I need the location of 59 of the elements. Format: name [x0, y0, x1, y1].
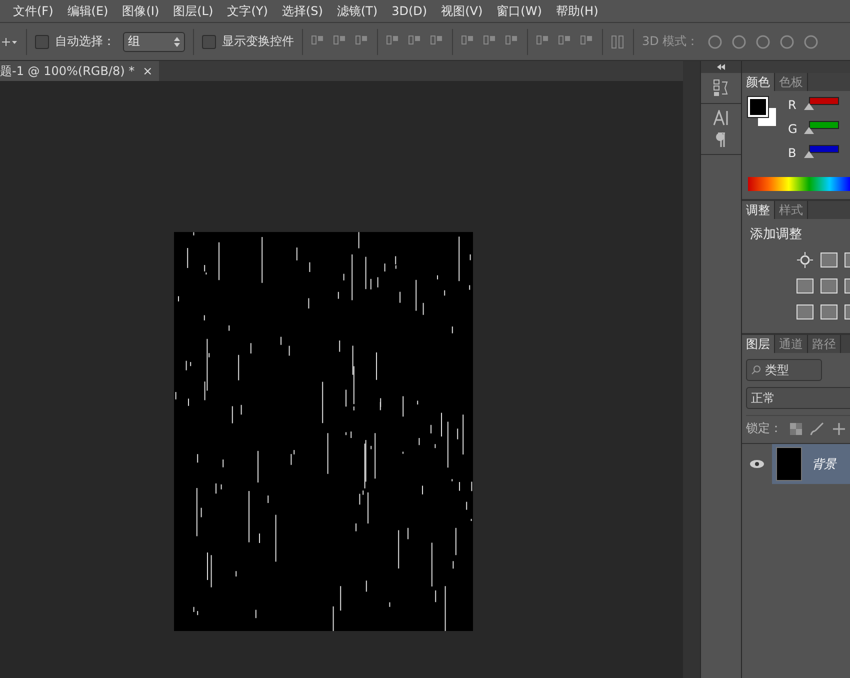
document-tab[interactable]: 题-1 @ 100%(RGB/8) * ×	[0, 61, 159, 81]
distribute-icon[interactable]	[611, 34, 625, 48]
slider-thumb[interactable]	[804, 151, 814, 158]
move-tool-icon[interactable]	[0, 36, 18, 48]
menu-item[interactable]: 窗口(W)	[490, 2, 549, 20]
checkerboard-icon[interactable]	[790, 422, 802, 434]
brightness-icon[interactable]	[796, 251, 814, 269]
layer-row[interactable]: 背景	[772, 444, 850, 484]
paragraph-icon[interactable]	[715, 132, 727, 148]
panel-tab[interactable]: 图层	[742, 335, 775, 353]
checkbox[interactable]	[202, 34, 216, 48]
scrollbar-track[interactable]	[683, 61, 700, 678]
panel-tab[interactable]: 颜色	[742, 73, 775, 91]
menu-item[interactable]: 帮助(H)	[548, 2, 606, 20]
lock-label: 锁定：	[746, 420, 782, 437]
panel-tab[interactable]: 调整	[742, 201, 775, 219]
mode-label: 3D 模式：	[642, 33, 699, 50]
brush-icon[interactable]	[810, 422, 824, 436]
layer-thumbnail	[776, 447, 802, 481]
menu-item[interactable]: 文字(Y)	[220, 2, 275, 20]
slider-label: B	[788, 146, 796, 160]
panel-heading: 添加调整	[750, 226, 803, 243]
character-icon[interactable]	[713, 110, 729, 126]
slider-label: G	[788, 122, 796, 136]
menu-item[interactable]: 滤镜(T)	[330, 2, 385, 20]
checkbox-label: 显示变换控件	[222, 33, 294, 50]
document-title: 题-1 @ 100%(RGB/8) *	[0, 62, 135, 80]
menu-item[interactable]: 视图(V)	[434, 2, 490, 20]
slider-thumb[interactable]	[804, 103, 814, 110]
menu-item[interactable]: 图层(L)	[166, 2, 220, 20]
move-icon[interactable]	[832, 422, 846, 436]
color-spectrum[interactable]	[748, 177, 850, 191]
panel-tab[interactable]: 路径	[808, 335, 841, 353]
panel-tab[interactable]: 通道	[775, 335, 808, 353]
search-icon	[751, 365, 761, 375]
eye-icon[interactable]	[749, 459, 765, 469]
slider-label: R	[788, 98, 796, 112]
filter-value: 类型	[765, 362, 789, 378]
menu-item[interactable]: 图像(I)	[115, 2, 166, 20]
auto-select-dropdown[interactable]: 组	[123, 32, 185, 52]
dropdown-value: 组	[128, 33, 140, 50]
menu-item[interactable]: 选择(S)	[274, 2, 330, 20]
foreground-swatch[interactable]	[748, 97, 768, 117]
layer-name: 背景	[812, 456, 836, 472]
filter-dropdown[interactable]: 类型	[746, 359, 822, 381]
blend-mode-dropdown[interactable]: 正常	[746, 387, 850, 409]
collapse-icon[interactable]	[717, 64, 725, 70]
checkbox-label: 自动选择：	[55, 33, 115, 50]
close-button[interactable]: ×	[142, 64, 153, 78]
menu-item[interactable]: 编辑(E)	[60, 2, 116, 20]
menu-item[interactable]: 3D(D)	[384, 4, 434, 18]
stepper-icon	[174, 36, 180, 46]
panel-header-bar[interactable]	[701, 61, 741, 73]
panel-tab[interactable]: 样式	[775, 201, 808, 219]
checkbox[interactable]	[35, 34, 49, 48]
menu-item[interactable]: 文件(F)	[6, 2, 60, 20]
panel-tab[interactable]: 色板	[775, 73, 808, 91]
blend-mode-value: 正常	[751, 390, 775, 406]
slider-thumb[interactable]	[804, 127, 814, 134]
